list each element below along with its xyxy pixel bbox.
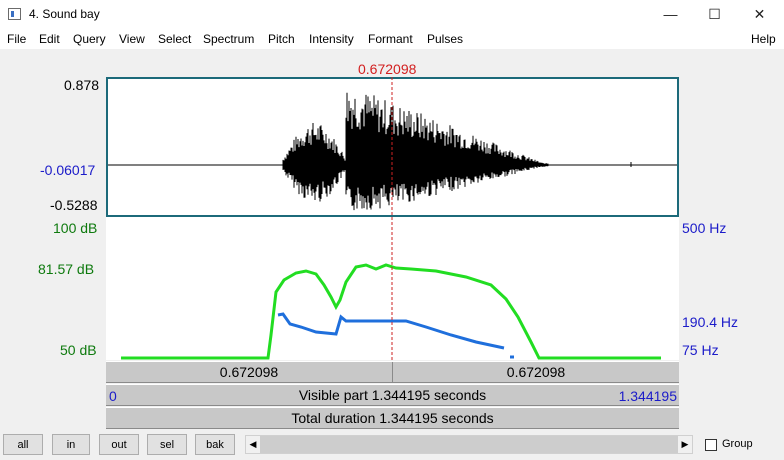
intensity-curve bbox=[121, 263, 661, 360]
waveform-min-label: -0.5288 bbox=[50, 197, 98, 213]
pitch-cursor-label: 190.4 Hz bbox=[682, 314, 739, 330]
analysis-panel[interactable] bbox=[106, 217, 679, 360]
zoom-out-button[interactable]: out bbox=[99, 434, 139, 455]
waveform-panel[interactable] bbox=[106, 77, 679, 217]
bottom-toolbar: all in out sel bak ◀ ▶ Group bbox=[0, 430, 784, 460]
menu-intensity[interactable]: Intensity bbox=[309, 32, 354, 46]
app-icon bbox=[8, 8, 21, 20]
cursor-time-label: 0.672098 bbox=[358, 61, 417, 77]
close-button[interactable]: ✕ bbox=[737, 0, 782, 28]
waveform-max-label: 0.878 bbox=[64, 77, 100, 93]
maximize-button[interactable]: ☐ bbox=[692, 0, 737, 28]
menu-spectrum[interactable]: Spectrum bbox=[203, 32, 254, 46]
selection-right-value: 0.672098 bbox=[506, 364, 566, 380]
menu-select[interactable]: Select bbox=[158, 32, 191, 46]
menu-help[interactable]: Help bbox=[751, 32, 776, 46]
visible-part-label: Visible part 1.344195 seconds bbox=[298, 387, 487, 403]
zoom-in-button[interactable]: in bbox=[52, 434, 90, 455]
pitch-bottom-label: 75 Hz bbox=[682, 342, 719, 358]
menu-view[interactable]: View bbox=[119, 32, 145, 46]
menu-bar: File Edit Query View Select Spectrum Pit… bbox=[0, 30, 784, 49]
zoom-back-button[interactable]: bak bbox=[195, 434, 235, 455]
group-checkbox-label: Group bbox=[722, 438, 753, 450]
zoom-all-button[interactable]: all bbox=[3, 434, 43, 455]
zoom-sel-button[interactable]: sel bbox=[147, 434, 187, 455]
selection-left-value: 0.672098 bbox=[219, 364, 279, 380]
minimize-button[interactable]: — bbox=[648, 0, 693, 28]
total-duration-bar[interactable]: Total duration 1.344195 seconds bbox=[106, 407, 679, 429]
waveform-plot bbox=[108, 92, 677, 211]
analysis-plot bbox=[121, 263, 661, 360]
menu-pulses[interactable]: Pulses bbox=[427, 32, 463, 46]
menu-formant[interactable]: Formant bbox=[368, 32, 413, 46]
selection-bar: 0.672098 0.672098 bbox=[106, 361, 679, 383]
window-title: 4. Sound bay bbox=[29, 7, 100, 21]
visible-end-value: 1.344195 bbox=[618, 388, 677, 404]
waveform-cursor-value-label: -0.06017 bbox=[40, 162, 96, 178]
scroll-right-arrow-icon[interactable]: ▶ bbox=[678, 436, 692, 453]
praat-sound-editor-window: 4. Sound bay — ☐ ✕ File Edit Query View … bbox=[0, 0, 784, 460]
visible-part-bar[interactable]: 0 Visible part 1.344195 seconds 1.344195 bbox=[106, 384, 679, 406]
intensity-bottom-label: 50 dB bbox=[60, 342, 97, 358]
selection-left-segment[interactable]: 0.672098 bbox=[106, 362, 392, 382]
scroll-left-arrow-icon[interactable]: ◀ bbox=[246, 436, 260, 453]
menu-file[interactable]: File bbox=[7, 32, 26, 46]
intensity-cursor-label: 81.57 dB bbox=[38, 261, 95, 277]
total-duration-label: Total duration 1.344195 seconds bbox=[291, 410, 494, 426]
intensity-top-label: 100 dB bbox=[53, 220, 98, 236]
pitch-top-label: 500 Hz bbox=[682, 220, 727, 236]
time-scrollbar[interactable]: ◀ ▶ bbox=[245, 435, 693, 454]
title-bar: 4. Sound bay — ☐ ✕ bbox=[0, 0, 784, 30]
menu-edit[interactable]: Edit bbox=[39, 32, 60, 46]
selection-right-segment[interactable]: 0.672098 bbox=[393, 362, 679, 382]
waveform-signal bbox=[282, 92, 549, 211]
scrollbar-thumb[interactable] bbox=[260, 436, 678, 453]
menu-pitch[interactable]: Pitch bbox=[268, 32, 295, 46]
menu-query[interactable]: Query bbox=[73, 32, 106, 46]
group-checkbox[interactable] bbox=[705, 439, 717, 451]
pitch-curve bbox=[277, 312, 505, 350]
